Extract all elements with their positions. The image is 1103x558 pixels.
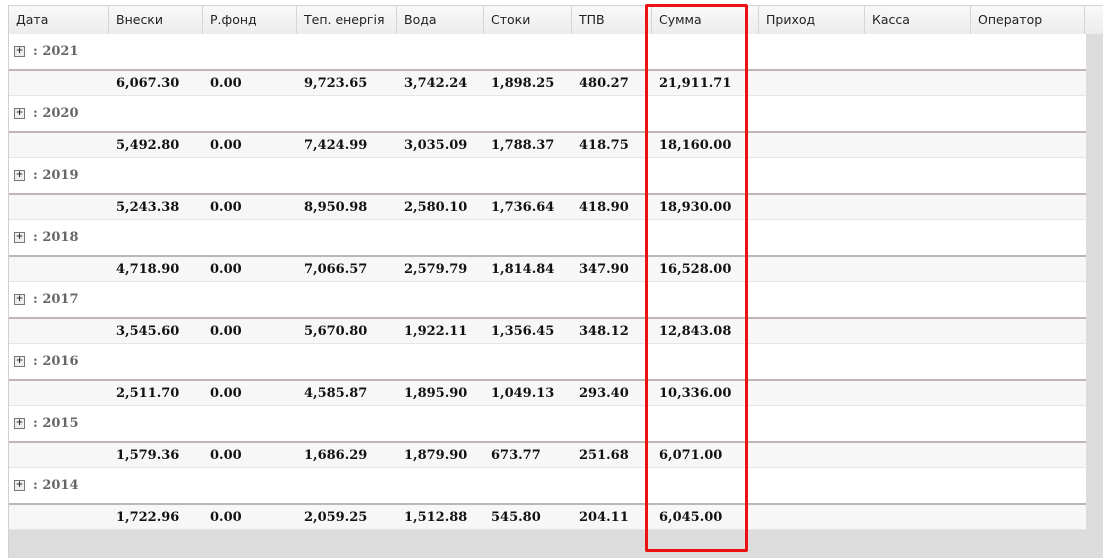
group-total-row: 1,722.96 0.00 2,059.25 1,512.88 545.80 204.11… [9, 505, 1086, 530]
total-cell: 1,898.25 [491, 75, 555, 91]
group-row: + : 2015 [9, 406, 1086, 443]
total-cell: 1,579.36 [116, 447, 180, 463]
expand-plus-icon[interactable]: + [14, 232, 25, 243]
expand-plus-icon[interactable]: + [14, 46, 25, 57]
expand-plus-icon[interactable]: + [14, 170, 25, 181]
highlight-box-summa-column [645, 4, 748, 552]
group-total-row: 2,511.70 0.00 4,585.87 1,895.90 1,049.13 293.… [9, 381, 1086, 406]
total-cell: 7,066.57 [304, 261, 368, 277]
group-label: : 2017 [33, 292, 79, 307]
total-cell: 1,512.88 [404, 509, 468, 525]
column-header[interactable]: Оператор [971, 6, 1085, 34]
group-row: + : 2014 [9, 468, 1086, 505]
column-header[interactable]: Дата [9, 6, 109, 34]
total-cell: 293.40 [579, 385, 629, 401]
column-header[interactable]: Стоки [484, 6, 572, 34]
group-total-row: 5,243.38 0.00 8,950.98 2,580.10 1,736.64 418.… [9, 195, 1086, 220]
total-cell: 545.80 [491, 509, 541, 525]
total-cell: 1,788.37 [491, 137, 555, 153]
total-cell: 2,580.10 [404, 199, 468, 215]
group-label: : 2019 [33, 168, 79, 183]
total-cell: 2,059.25 [304, 509, 368, 525]
total-cell: 673.77 [491, 447, 541, 463]
group-label: : 2014 [33, 478, 79, 493]
total-cell: 4,585.87 [304, 385, 368, 401]
total-cell: 251.68 [579, 447, 629, 463]
expand-plus-icon[interactable]: + [14, 108, 25, 119]
group-total-row: 3,545.60 0.00 5,670.80 1,922.11 1,356.45 348.… [9, 319, 1086, 344]
total-cell: 1,922.11 [404, 323, 468, 339]
group-label: : 2016 [33, 354, 79, 369]
total-cell: 0.00 [210, 261, 242, 277]
total-cell: 0.00 [210, 509, 242, 525]
total-cell: 1,049.13 [491, 385, 555, 401]
grid-header: Дата Внески Р.фонд Теп. енергія Вода Стоки ТПВ… [9, 5, 1103, 35]
group-total-row: 4,718.90 0.00 7,066.57 2,579.79 1,814.84 347.… [9, 257, 1086, 282]
column-header[interactable]: Р.фонд [203, 6, 297, 34]
expand-plus-icon[interactable]: + [14, 418, 25, 429]
total-cell: 1,722.96 [116, 509, 180, 525]
group-label: : 2021 [33, 44, 79, 59]
expand-plus-icon[interactable]: + [14, 294, 25, 305]
group-row: + : 2019 [9, 158, 1086, 195]
total-cell: 0.00 [210, 323, 242, 339]
expand-plus-icon[interactable]: + [14, 480, 25, 491]
expand-plus-icon[interactable]: + [14, 356, 25, 367]
vertical-scrollbar[interactable] [1086, 34, 1103, 531]
total-cell: 1,879.90 [404, 447, 468, 463]
total-cell: 1,736.64 [491, 199, 555, 215]
total-cell: 8,950.98 [304, 199, 368, 215]
total-cell: 2,511.70 [116, 385, 180, 401]
group-row: + : 2018 [9, 220, 1086, 257]
total-cell: 0.00 [210, 137, 242, 153]
total-cell: 204.11 [579, 509, 629, 525]
total-cell: 418.90 [579, 199, 629, 215]
total-cell: 6,067.30 [116, 75, 180, 91]
total-cell: 7,424.99 [304, 137, 368, 153]
grid-body: + : 2021 6,067.30 0.00 9,723.65 3,742.24 1,898… [9, 34, 1086, 530]
group-total-row: 1,579.36 0.00 1,686.29 1,879.90 673.77 251.68… [9, 443, 1086, 468]
group-row: + : 2016 [9, 344, 1086, 381]
total-cell: 0.00 [210, 75, 242, 91]
group-label: : 2018 [33, 230, 79, 245]
data-grid: Дата Внески Р.фонд Теп. енергія Вода Стоки ТПВ… [8, 5, 1103, 558]
group-row: + : 2017 [9, 282, 1086, 319]
column-header[interactable]: Вода [397, 6, 484, 34]
total-cell: 3,545.60 [116, 323, 180, 339]
total-cell: 5,243.38 [116, 199, 180, 215]
column-header[interactable]: Приход [759, 6, 865, 34]
total-cell: 348.12 [579, 323, 629, 339]
group-label: : 2020 [33, 106, 79, 121]
group-label: : 2015 [33, 416, 79, 431]
total-cell: 0.00 [210, 447, 242, 463]
total-cell: 3,742.24 [404, 75, 468, 91]
total-cell: 4,718.90 [116, 261, 180, 277]
group-total-row: 6,067.30 0.00 9,723.65 3,742.24 1,898.25 480.… [9, 71, 1086, 96]
total-cell: 2,579.79 [404, 261, 468, 277]
total-cell: 9,723.65 [304, 75, 368, 91]
group-row: + : 2020 [9, 96, 1086, 133]
column-header[interactable]: Теп. енергія [297, 6, 397, 34]
column-header[interactable]: Касса [865, 6, 971, 34]
total-cell: 1,356.45 [491, 323, 555, 339]
total-cell: 1,686.29 [304, 447, 368, 463]
total-cell: 5,492.80 [116, 137, 180, 153]
total-cell: 0.00 [210, 199, 242, 215]
total-cell: 0.00 [210, 385, 242, 401]
column-header[interactable]: Внески [109, 6, 203, 34]
group-total-row: 5,492.80 0.00 7,424.99 3,035.09 1,788.37 418.… [9, 133, 1086, 158]
total-cell: 418.75 [579, 137, 629, 153]
total-cell: 347.90 [579, 261, 629, 277]
total-cell: 1,895.90 [404, 385, 468, 401]
total-cell: 5,670.80 [304, 323, 368, 339]
total-cell: 1,814.84 [491, 261, 555, 277]
total-cell: 3,035.09 [404, 137, 468, 153]
total-cell: 480.27 [579, 75, 629, 91]
group-row: + : 2021 [9, 34, 1086, 71]
column-header[interactable]: ТПВ [572, 6, 652, 34]
